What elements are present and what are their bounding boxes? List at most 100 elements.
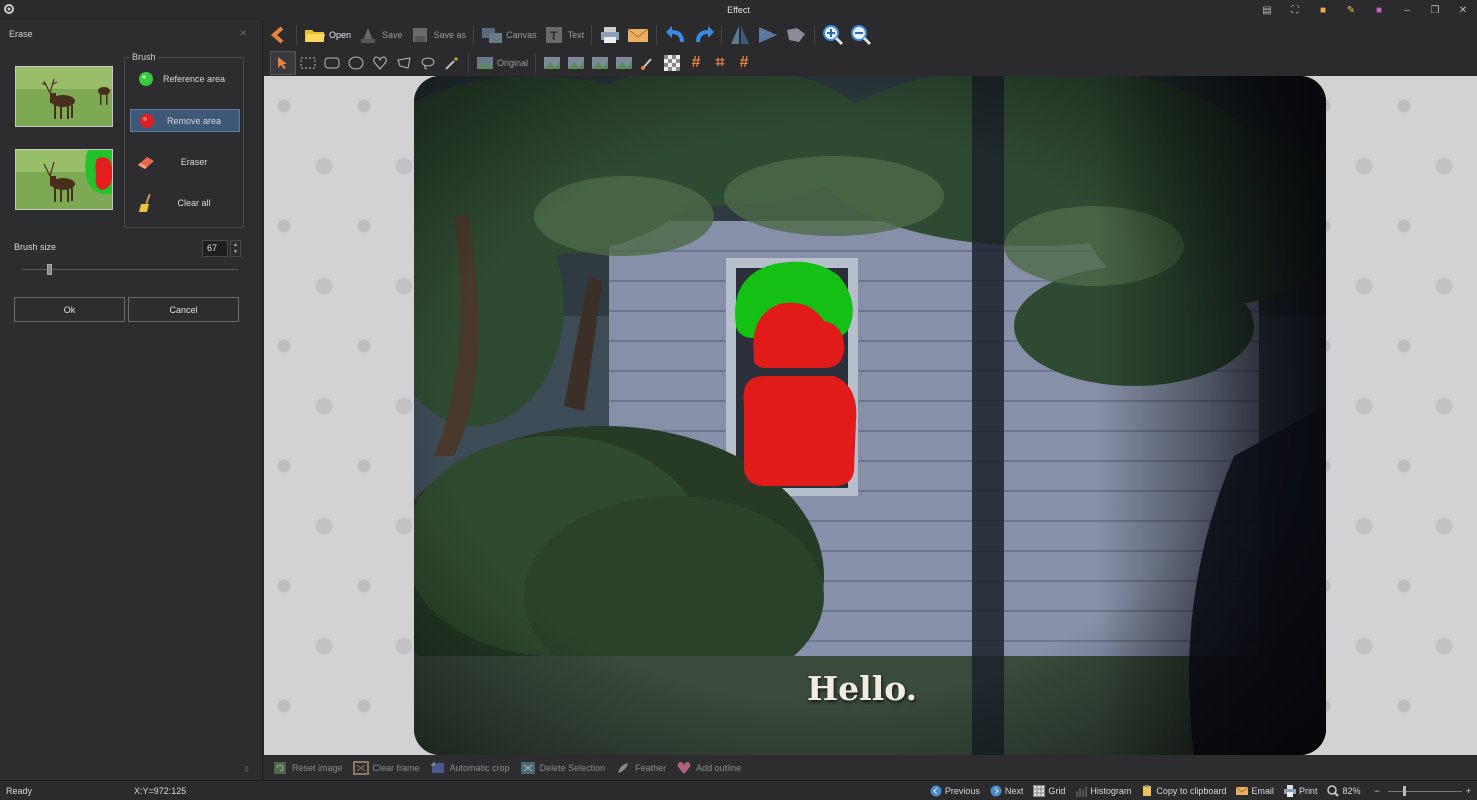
canvas-icon	[481, 24, 503, 46]
delete-selection-button[interactable]: Delete Selection	[520, 760, 605, 776]
previous-button[interactable]: Previous	[930, 785, 980, 797]
next-label: Next	[1004, 786, 1024, 796]
email-status-button[interactable]: Email	[1236, 785, 1274, 797]
restore-icon[interactable]: ❐	[1421, 0, 1449, 20]
clear-all-button[interactable]: Clear all	[130, 191, 240, 214]
reset-image-label: Reset image	[292, 762, 343, 773]
grid-tool-1[interactable]: #	[684, 51, 708, 75]
separator	[814, 25, 816, 45]
flip-button[interactable]	[726, 23, 754, 47]
masked-thumbnail[interactable]	[15, 149, 113, 210]
zoom-slider-track[interactable]	[1387, 791, 1462, 792]
zoom-out-button[interactable]	[847, 23, 875, 47]
doc-icon[interactable]: ▤	[1253, 0, 1281, 20]
magic-wand-tool[interactable]	[440, 51, 464, 75]
lasso-icon	[419, 54, 437, 72]
polygon-icon	[395, 54, 413, 72]
zoom-out-small-button[interactable]: −	[1374, 786, 1379, 796]
original-thumbnail[interactable]	[15, 66, 113, 127]
green-circle-icon	[136, 69, 156, 89]
original-button[interactable]: Original	[473, 51, 531, 75]
polygon-select-tool[interactable]	[392, 51, 416, 75]
eraser-button[interactable]: Eraser	[130, 150, 240, 173]
clear-all-label: Clear all	[177, 197, 211, 208]
separator	[721, 25, 723, 45]
previous-label: Previous	[944, 786, 980, 796]
brush-size-slider-thumb[interactable]	[47, 264, 52, 275]
pencil-icon[interactable]: ✎	[1337, 0, 1365, 20]
histogram-button[interactable]: Histogram	[1075, 785, 1131, 797]
email-button[interactable]	[624, 23, 652, 47]
colors-icon[interactable]: ■	[1365, 0, 1393, 20]
feather-button[interactable]: Feather	[615, 760, 666, 776]
zoom-slider-thumb[interactable]	[1402, 786, 1406, 796]
fullscreen-icon[interactable]: ⛶	[1281, 0, 1309, 20]
lasso-select-tool[interactable]	[416, 51, 440, 75]
save-as-button[interactable]: Save as	[406, 23, 470, 47]
palette-icon[interactable]: ■	[1309, 0, 1337, 20]
down-arrow-icon[interactable]: ▼	[233, 249, 238, 255]
cancel-button[interactable]: Cancel	[128, 297, 239, 322]
brush-size-input[interactable]: 67	[202, 240, 228, 257]
separator	[296, 25, 297, 45]
edited-photo[interactable]: Hello.	[414, 76, 1326, 755]
resize-grip-icon[interactable]: ⠿	[244, 766, 249, 774]
brush-size-slider-track[interactable]	[22, 269, 238, 270]
redo-button[interactable]	[689, 23, 717, 47]
canvas-area[interactable]: Hello.	[264, 76, 1477, 755]
open-button[interactable]: Open	[301, 23, 354, 47]
crop-tool-4[interactable]	[612, 51, 636, 75]
grid-tool-2[interactable]: ⌗	[708, 51, 732, 75]
canvas-button[interactable]: Canvas	[478, 23, 540, 47]
undo-button[interactable]	[661, 23, 689, 47]
rounded-select-tool[interactable]	[320, 51, 344, 75]
ok-button[interactable]: Ok	[14, 297, 125, 322]
print-button[interactable]	[596, 23, 624, 47]
next-icon	[990, 785, 1002, 797]
zoom-in-small-button[interactable]: +	[1466, 786, 1471, 796]
crop-tool-1[interactable]	[540, 51, 564, 75]
email-icon	[1236, 785, 1249, 797]
remove-area-button[interactable]: Remove area	[130, 109, 240, 132]
panel-close-icon[interactable]: ✕	[239, 28, 247, 39]
status-ready: Ready	[6, 786, 33, 796]
red-circle-icon	[137, 111, 157, 131]
zoom-indicator[interactable]: 82%	[1327, 785, 1360, 797]
reset-image-button[interactable]: Reset image	[272, 760, 343, 776]
automatic-crop-button[interactable]: Automatic crop	[430, 760, 510, 776]
copy-to-clipboard-button[interactable]: Copy to clipboard	[1141, 785, 1226, 797]
rect-select-tool[interactable]	[296, 51, 320, 75]
brush-tool[interactable]	[636, 51, 660, 75]
heart-select-tool[interactable]	[368, 51, 392, 75]
ellipse-select-tool[interactable]	[344, 51, 368, 75]
ellipse-icon	[347, 54, 365, 72]
zoom-in-button[interactable]	[819, 23, 847, 47]
crop-tool-2[interactable]	[564, 51, 588, 75]
minimize-icon[interactable]: –	[1393, 0, 1421, 20]
crop-tool-3[interactable]	[588, 51, 612, 75]
back-button[interactable]	[264, 23, 292, 47]
close-icon[interactable]: ✕	[1449, 0, 1477, 20]
zoom-slider[interactable]	[1387, 785, 1462, 797]
brush-size-stepper[interactable]: ▲ ▼	[230, 240, 241, 257]
grid-tool-3[interactable]: #	[732, 51, 756, 75]
rotate-button[interactable]	[754, 23, 782, 47]
pointer-tool[interactable]	[270, 51, 296, 75]
erase-panel: Erase ✕ Brush Reference area Remove area…	[0, 20, 263, 780]
histogram-label: Histogram	[1090, 786, 1132, 796]
reference-area-button[interactable]: Reference area	[130, 67, 240, 90]
pointer-icon	[274, 54, 292, 72]
grid-button[interactable]: Grid	[1033, 785, 1065, 797]
next-button[interactable]: Next	[990, 785, 1024, 797]
frame-icon	[352, 760, 369, 776]
save-as-icon	[409, 24, 431, 46]
transparency-tool[interactable]	[660, 51, 684, 75]
print-status-button[interactable]: Print	[1283, 785, 1317, 797]
save-button[interactable]: Save	[354, 23, 406, 47]
up-arrow-icon[interactable]: ▲	[233, 242, 238, 248]
text-button[interactable]: T Text	[540, 23, 588, 47]
clear-frame-button[interactable]: Clear frame	[352, 760, 420, 776]
undo-icon	[664, 24, 686, 46]
add-outline-button[interactable]: Add outline	[676, 760, 741, 776]
transform-button[interactable]	[782, 23, 810, 47]
